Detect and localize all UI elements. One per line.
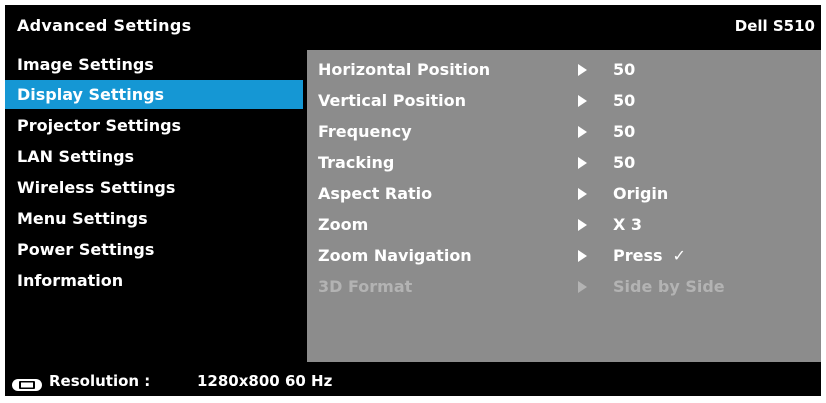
sidebar-item-projector-settings[interactable]: Projector Settings [5,111,303,140]
sidebar-item-lan-settings[interactable]: LAN Settings [5,142,303,171]
osd-menu: Advanced Settings Dell S510 Image Settin… [5,5,821,396]
setting-row-zoom[interactable]: Zoom X 3 [307,210,821,240]
arrow-right-icon [578,188,587,200]
setting-value: Press ✓ [613,241,686,271]
setting-row-frequency[interactable]: Frequency 50 [307,117,821,147]
setting-value-text: Press [613,246,663,265]
setting-label: Horizontal Position [318,60,491,79]
setting-value: 50 [613,153,636,172]
arrow-right-icon [578,219,587,231]
status-bar: Resolution : 1280x800 60 Hz [5,367,821,396]
monitor-input-icon [11,374,43,403]
display-settings-panel: Horizontal Position 50 Vertical Position… [307,50,821,362]
setting-label: Vertical Position [318,91,466,110]
arrow-right-icon [578,250,587,262]
setting-value: Origin [613,184,669,203]
checkmark-icon: ✓ [672,246,686,265]
setting-value: 50 [613,91,636,110]
sidebar-item-information[interactable]: Information [5,266,303,295]
sidebar-item-image-settings[interactable]: Image Settings [5,50,303,79]
sidebar-item-display-settings[interactable]: Display Settings [5,80,303,109]
setting-value: 50 [613,60,636,79]
setting-label: Tracking [318,153,395,172]
setting-label: Zoom Navigation [318,246,472,265]
setting-label: 3D Format [318,277,413,296]
model-name: Dell S510 [734,17,815,35]
setting-value: Side by Side [613,277,725,296]
setting-row-aspect-ratio[interactable]: Aspect Ratio Origin [307,179,821,209]
setting-label: Frequency [318,122,412,141]
setting-row-zoom-navigation[interactable]: Zoom Navigation Press ✓ [307,241,821,271]
arrow-right-icon [578,95,587,107]
menu-header: Advanced Settings Dell S510 [5,5,821,47]
sidebar-item-power-settings[interactable]: Power Settings [5,235,303,264]
arrow-right-icon [578,64,587,76]
arrow-right-icon [578,281,587,293]
arrow-right-icon [578,157,587,169]
setting-label: Zoom [318,215,369,234]
setting-label: Aspect Ratio [318,184,433,203]
arrow-right-icon [578,126,587,138]
setting-row-tracking[interactable]: Tracking 50 [307,148,821,178]
sidebar-item-menu-settings[interactable]: Menu Settings [5,204,303,233]
setting-row-3d-format: 3D Format Side by Side [307,272,821,302]
settings-sidebar: Image Settings Display Settings Projecto… [5,50,303,362]
setting-value: 50 [613,122,636,141]
setting-value: X 3 [613,215,643,234]
sidebar-item-wireless-settings[interactable]: Wireless Settings [5,173,303,202]
resolution-value: 1280x800 60 Hz [197,372,333,390]
setting-row-horizontal-position[interactable]: Horizontal Position 50 [307,55,821,85]
setting-row-vertical-position[interactable]: Vertical Position 50 [307,86,821,116]
menu-title: Advanced Settings [17,16,192,35]
resolution-label: Resolution : [49,372,151,390]
